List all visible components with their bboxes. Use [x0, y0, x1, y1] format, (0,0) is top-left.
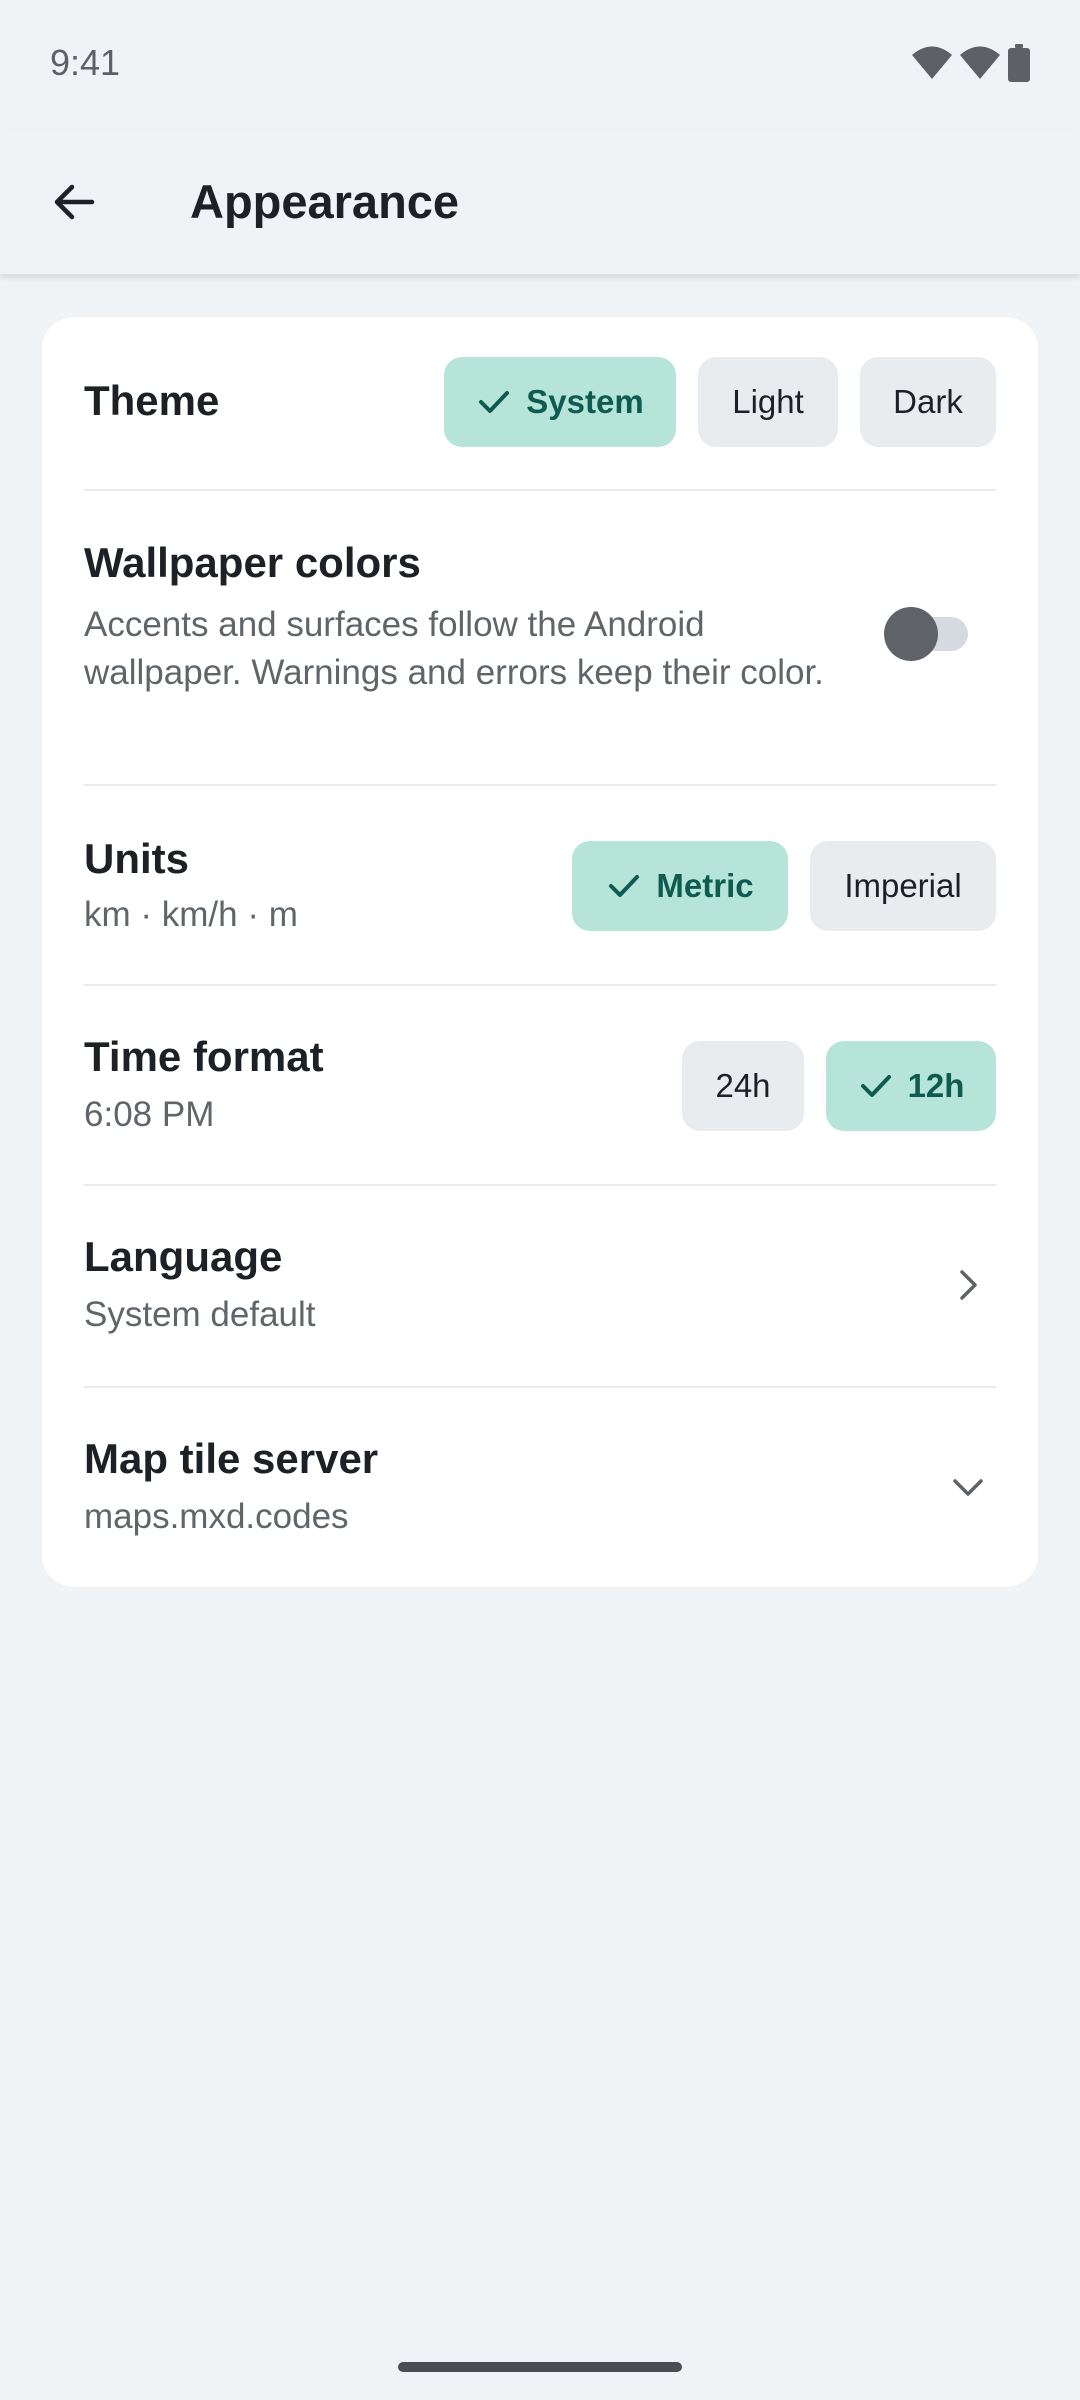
- chip-label: 24h: [715, 1067, 771, 1104]
- app-bar: Appearance: [0, 130, 1080, 275]
- settings-card: Theme System Light Dark Wallpaper colors…: [42, 317, 1038, 1587]
- back-button[interactable]: [34, 162, 114, 242]
- toggle-thumb: [884, 607, 938, 661]
- wallpaper-title: Wallpaper colors: [84, 539, 421, 586]
- units-row: Units km · km/h · m Metric Imperial: [84, 835, 996, 935]
- divider: [84, 1386, 996, 1388]
- divider: [84, 784, 996, 786]
- theme-title: Theme: [84, 377, 220, 424]
- units-chip-metric[interactable]: Metric: [572, 841, 788, 931]
- units-chip-imperial[interactable]: Imperial: [810, 841, 996, 931]
- theme-chip-system[interactable]: System: [444, 357, 676, 447]
- theme-chip-group: System Light Dark: [444, 357, 996, 447]
- wallpaper-row[interactable]: Wallpaper colors Accents and surfaces fo…: [84, 539, 996, 739]
- language-row[interactable]: Language System default: [84, 1233, 996, 1343]
- divider: [84, 984, 996, 986]
- chip-label: 12h: [907, 1067, 965, 1104]
- divider: [84, 489, 996, 491]
- time-format-title: Time format: [84, 1033, 324, 1080]
- units-subtitle: km · km/h · m: [84, 895, 298, 934]
- status-icons: [912, 44, 1030, 82]
- chip-label: Metric: [656, 867, 754, 904]
- check-icon: [858, 1068, 894, 1104]
- time-format-chip-12h[interactable]: 12h: [826, 1041, 996, 1131]
- map-tile-server-row[interactable]: Map tile server maps.mxd.codes: [84, 1435, 996, 1545]
- home-indicator[interactable]: [398, 2362, 682, 2372]
- chip-label: Dark: [893, 383, 963, 420]
- chip-label: System: [526, 383, 644, 420]
- check-icon: [606, 868, 642, 904]
- time-format-row: Time format 6:08 PM 24h 12h: [84, 1033, 996, 1134]
- map-tile-server-subtitle: maps.mxd.codes: [84, 1497, 349, 1536]
- status-time: 9:41: [50, 42, 121, 83]
- status-bar: 9:41: [0, 0, 1080, 130]
- theme-row: Theme System Light Dark: [84, 357, 996, 447]
- wallpaper-colors-toggle[interactable]: [884, 607, 968, 661]
- page-title: Appearance: [190, 175, 460, 228]
- battery-icon: [1008, 44, 1030, 82]
- map-tile-server-title: Map tile server: [84, 1435, 379, 1482]
- theme-chip-light[interactable]: Light: [698, 357, 838, 447]
- units-title: Units: [84, 835, 189, 882]
- chevron-down-icon: [946, 1465, 990, 1509]
- wallpaper-description: Accents and surfaces follow the Android …: [84, 605, 824, 692]
- theme-chip-dark[interactable]: Dark: [860, 357, 996, 447]
- language-title: Language: [84, 1233, 283, 1280]
- wifi-icon: [912, 46, 952, 79]
- time-format-chip-24h[interactable]: 24h: [682, 1041, 804, 1131]
- time-format-subtitle: 6:08 PM: [84, 1095, 215, 1134]
- chevron-right-icon: [946, 1263, 990, 1307]
- divider: [84, 1184, 996, 1186]
- chip-label: Imperial: [844, 867, 962, 904]
- wifi-icon: [960, 46, 1000, 79]
- units-chip-group: Metric Imperial: [572, 841, 996, 931]
- chip-label: Light: [732, 383, 804, 420]
- arrow-back-icon: [54, 184, 95, 220]
- language-subtitle: System default: [84, 1295, 316, 1334]
- time-format-chip-group: 24h 12h: [682, 1041, 996, 1131]
- check-icon: [476, 384, 512, 420]
